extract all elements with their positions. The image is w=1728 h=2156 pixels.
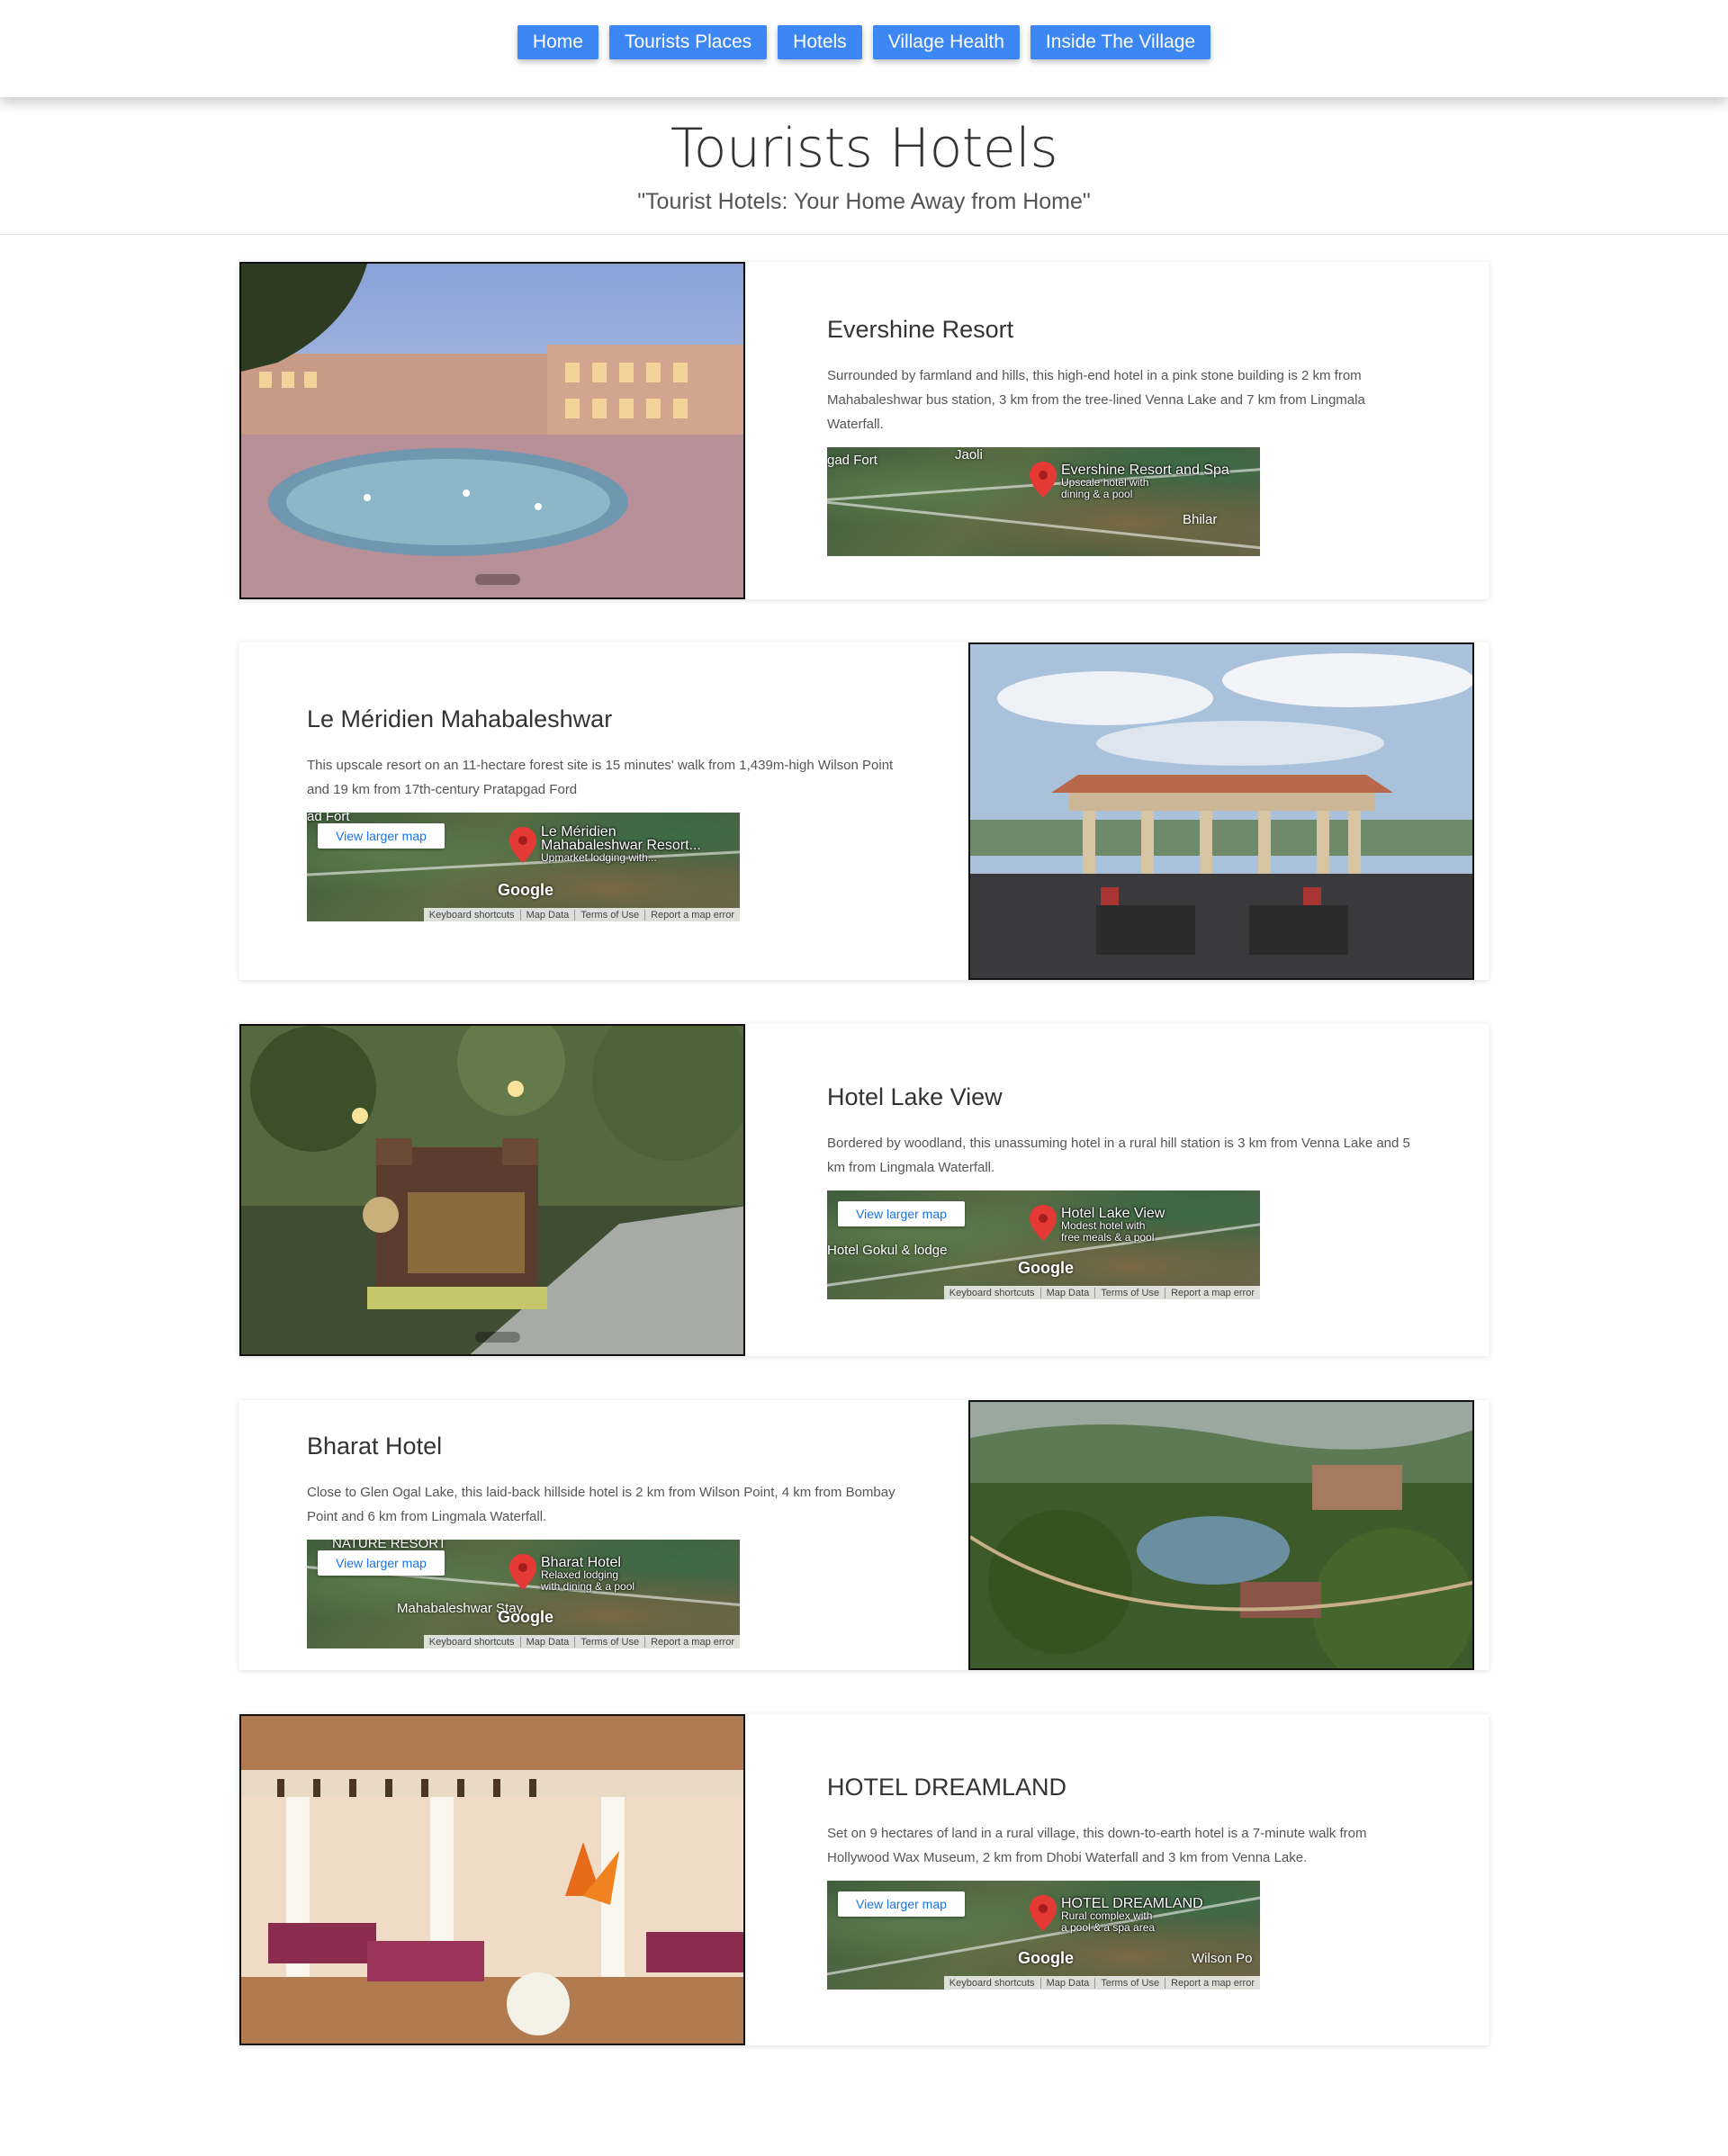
embedded-map[interactable]: gad Fort Jaoli Bhilar Evershine Resort a…: [827, 447, 1260, 556]
map-hotel-label: Hotel Lake View Modest hotel with free m…: [1061, 1207, 1165, 1244]
google-logo: Google: [498, 1608, 554, 1626]
hotel-photo: [968, 642, 1474, 980]
map-keyboard-shortcuts-link[interactable]: Keyboard shortcuts: [944, 1288, 1040, 1298]
embedded-map[interactable]: View larger map HOTEL DREAMLAND Rural co…: [827, 1881, 1260, 1990]
hotel-name: HOTEL DREAMLAND: [827, 1774, 1067, 1801]
hotel-card-le-meridien: Le Méridien Mahabaleshwar This upscale r…: [239, 642, 1489, 980]
nav-home[interactable]: Home: [517, 25, 598, 59]
map-place-label: Jaoli: [955, 447, 983, 463]
map-data-link[interactable]: Map Data: [519, 1636, 575, 1648]
map-report-error-link[interactable]: Report a map error: [644, 909, 740, 921]
map-hotel-detail: with dining & a pool: [541, 1580, 635, 1593]
nav-tourists-places[interactable]: Tourists Places: [608, 25, 768, 59]
hotel-photo: [239, 262, 745, 599]
embedded-map[interactable]: View larger map Hotel Gokul & lodge Hote…: [827, 1190, 1260, 1299]
map-hotel-detail: a pool & a spa area: [1061, 1921, 1156, 1934]
embedded-map[interactable]: ad Fort View larger map Le Méridien Maha…: [307, 813, 740, 921]
map-pin-icon[interactable]: [1030, 1205, 1057, 1241]
view-larger-map-button[interactable]: View larger map: [838, 1891, 965, 1917]
hotel-card-evershine: Evershine Resort Surrounded by farmland …: [239, 262, 1489, 599]
hotel-info: Hotel Lake View Bordered by woodland, th…: [827, 1083, 1421, 1299]
map-report-error-link[interactable]: Report a map error: [1165, 1287, 1260, 1298]
google-logo: Google: [498, 881, 554, 899]
map-place-label: gad Fort: [827, 453, 878, 468]
hotel-card-lake-view: Hotel Lake View Bordered by woodland, th…: [239, 1024, 1489, 1356]
page-header: Tourists Hotels "Tourist Hotels: Your Ho…: [0, 97, 1728, 235]
view-larger-map-button[interactable]: View larger map: [318, 1550, 445, 1576]
hotel-description: Bordered by woodland, this unassuming ho…: [827, 1136, 1410, 1175]
hotel-description: Surrounded by farmland and hills, this h…: [827, 368, 1365, 432]
map-pin-icon[interactable]: [1030, 462, 1057, 498]
hotel-info: HOTEL DREAMLAND Set on 9 hectares of lan…: [827, 1774, 1421, 1990]
hotel-name: Evershine Resort: [827, 316, 1014, 343]
map-hotel-label: Le Méridien Mahabaleshwar Resort... Upma…: [541, 825, 701, 864]
map-place-label: Bhilar: [1183, 512, 1218, 527]
map-footer: Keyboard shortcuts Map Data Terms of Use…: [423, 908, 740, 921]
map-place-label: Wilson Po: [1192, 1951, 1253, 1966]
map-data-link[interactable]: Map Data: [1040, 1287, 1095, 1298]
hotel-card-bharat: Bharat Hotel Close to Glen Ogal Lake, th…: [239, 1400, 1489, 1670]
map-terms-link[interactable]: Terms of Use: [574, 909, 644, 921]
hotel-info: Le Méridien Mahabaleshwar This upscale r…: [307, 705, 901, 921]
hotel-card-dreamland: HOTEL DREAMLAND Set on 9 hectares of lan…: [239, 1714, 1489, 2045]
map-pin-icon[interactable]: [509, 1554, 536, 1590]
map-report-error-link[interactable]: Report a map error: [644, 1636, 740, 1648]
hotel-name: Bharat Hotel: [307, 1433, 443, 1460]
map-hotel-label: Evershine Resort and Spa Upscale hotel w…: [1061, 463, 1229, 500]
hotel-photo: [968, 1400, 1474, 1670]
map-terms-link[interactable]: Terms of Use: [1094, 1287, 1165, 1298]
map-keyboard-shortcuts-link[interactable]: Keyboard shortcuts: [424, 1637, 520, 1648]
nav-village-health[interactable]: Village Health: [872, 25, 1020, 59]
hotel-description: This upscale resort on an 11-hectare for…: [307, 758, 894, 797]
map-place-label: Hotel Gokul & lodge: [827, 1243, 948, 1258]
page-subtitle: "Tourist Hotels: Your Home Away from Hom…: [637, 189, 1091, 214]
map-hotel-label: HOTEL DREAMLAND Rural complex with a poo…: [1061, 1897, 1203, 1934]
hotel-description: Close to Glen Ogal Lake, this laid-back …: [307, 1485, 896, 1524]
map-terms-link[interactable]: Terms of Use: [574, 1636, 644, 1648]
map-terms-link[interactable]: Terms of Use: [1094, 1977, 1165, 1989]
map-hotel-detail: Upmarket lodging with...: [541, 851, 657, 864]
map-keyboard-shortcuts-link[interactable]: Keyboard shortcuts: [424, 910, 520, 921]
map-report-error-link[interactable]: Report a map error: [1165, 1977, 1260, 1989]
map-data-link[interactable]: Map Data: [519, 909, 575, 921]
map-hotel-detail: dining & a pool: [1061, 488, 1133, 500]
hotel-description: Set on 9 hectares of land in a rural vil…: [827, 1826, 1367, 1865]
map-pin-icon[interactable]: [509, 827, 536, 863]
map-hotel-detail: free meals & a pool: [1061, 1231, 1155, 1244]
hotel-photo: [239, 1714, 745, 2045]
map-footer: Keyboard shortcuts Map Data Terms of Use…: [423, 1635, 740, 1648]
hotel-info: Bharat Hotel Close to Glen Ogal Lake, th…: [307, 1433, 901, 1648]
embedded-map[interactable]: NATURE RESORT View larger map Mahabalesh…: [307, 1540, 740, 1648]
map-keyboard-shortcuts-link[interactable]: Keyboard shortcuts: [944, 1978, 1040, 1989]
hotel-photo: [239, 1024, 745, 1356]
nav-inside-the-village[interactable]: Inside The Village: [1030, 25, 1211, 59]
view-larger-map-button[interactable]: View larger map: [838, 1201, 965, 1226]
hotel-info: Evershine Resort Surrounded by farmland …: [827, 316, 1421, 556]
map-footer: Keyboard shortcuts Map Data Terms of Use…: [943, 1286, 1260, 1299]
hotel-name: Le Méridien Mahabaleshwar: [307, 705, 613, 732]
map-footer: Keyboard shortcuts Map Data Terms of Use…: [943, 1976, 1260, 1990]
map-hotel-label: Bharat Hotel Relaxed lodging with dining…: [541, 1556, 634, 1593]
top-navbar: Home Tourists Places Hotels Village Heal…: [0, 0, 1728, 97]
hotel-name: Hotel Lake View: [827, 1083, 1003, 1110]
google-logo: Google: [1018, 1259, 1074, 1277]
map-data-link[interactable]: Map Data: [1040, 1977, 1095, 1989]
view-larger-map-button[interactable]: View larger map: [318, 823, 445, 849]
page-title: Tourists Hotels: [670, 117, 1058, 180]
google-logo: Google: [1018, 1949, 1074, 1967]
map-pin-icon[interactable]: [1030, 1895, 1057, 1931]
nav-hotels[interactable]: Hotels: [778, 25, 862, 59]
